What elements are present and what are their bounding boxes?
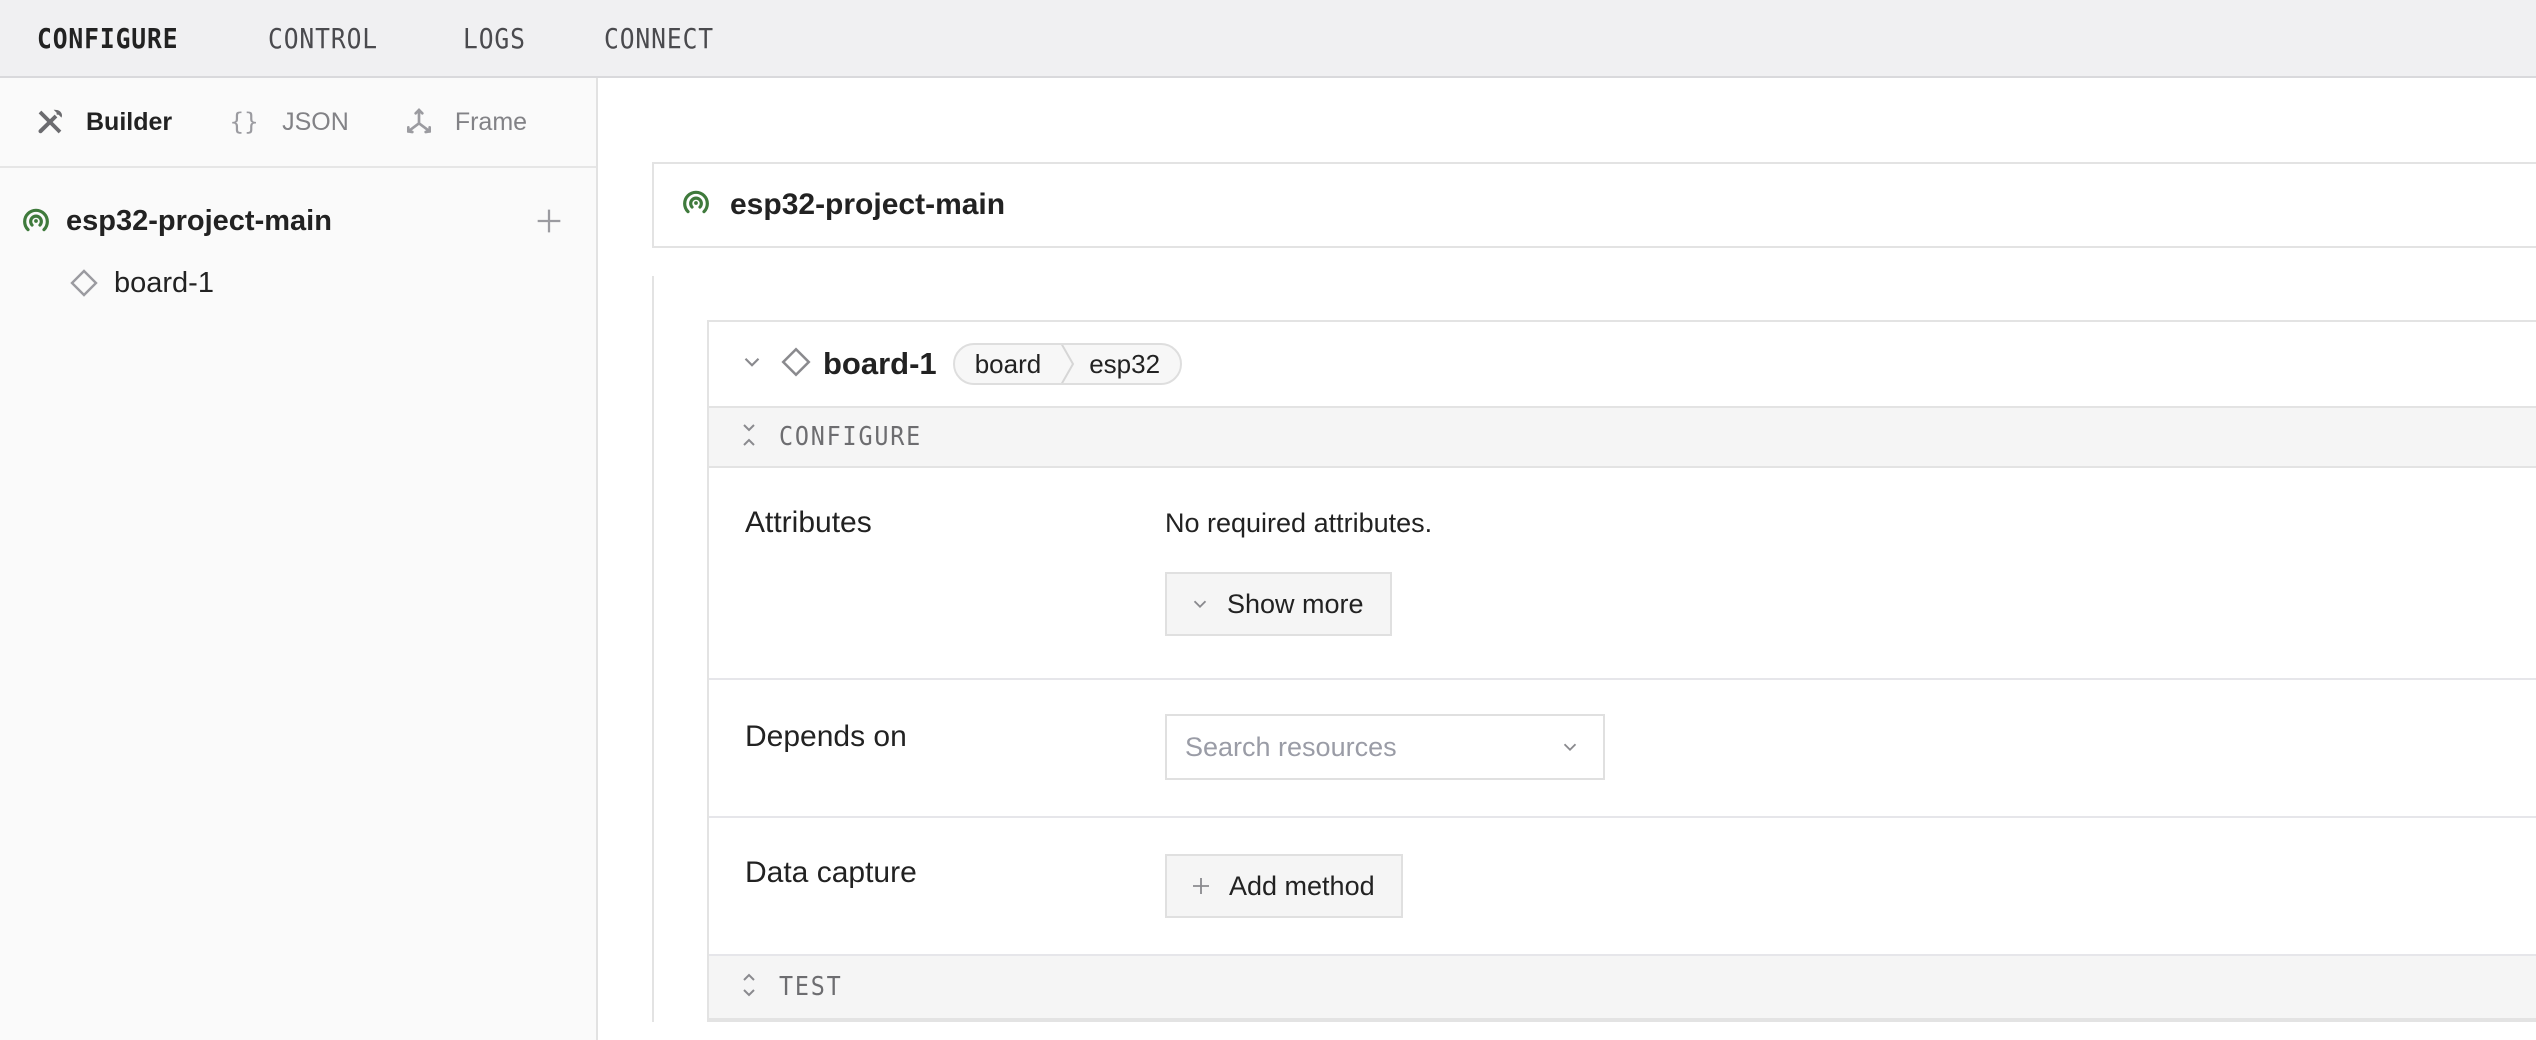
tree-item-board-1[interactable]: board-1 (0, 252, 596, 314)
diamond-icon (779, 345, 813, 384)
tab-configure[interactable]: CONFIGURE (37, 22, 178, 55)
braces-icon: {} (229, 108, 259, 136)
machine-signal-icon (20, 205, 52, 237)
resource-model: esp32 (1089, 348, 1161, 379)
tools-icon (34, 106, 66, 138)
chevron-down-icon (1563, 743, 1577, 752)
depends-on-row: Depends on Search resources (709, 680, 2536, 818)
tab-logs[interactable]: LOGS (463, 22, 526, 55)
depends-on-select[interactable]: Search resources (1165, 714, 1605, 780)
resource-card: board-1 board esp32 CONFIGURE Attributes… (707, 320, 2536, 1022)
machine-signal-icon (680, 187, 712, 224)
add-method-button[interactable]: Add method (1165, 854, 1403, 918)
mode-builder[interactable]: Builder (34, 106, 172, 138)
mode-json[interactable]: {} JSON (226, 106, 349, 138)
mode-json-label: JSON (282, 107, 349, 136)
test-section-toggle[interactable]: TEST (709, 956, 2536, 1020)
show-more-label: Show more (1227, 588, 1364, 619)
resource-card-header[interactable]: board-1 board esp32 (709, 322, 2536, 408)
depends-on-label: Depends on (745, 720, 907, 753)
resource-type-chip: board esp32 (952, 343, 1183, 385)
chevron-down-icon[interactable] (739, 349, 765, 380)
diamond-icon (68, 267, 100, 299)
data-capture-row: Data capture Add method (709, 818, 2536, 956)
mode-frame-label: Frame (454, 107, 528, 136)
depends-on-placeholder: Search resources (1185, 731, 1397, 762)
project-title: esp32-project-main (730, 188, 1006, 221)
configure-section-toggle[interactable]: CONFIGURE (709, 408, 2536, 468)
top-navigation: CONFIGURE CONTROL LOGS CONNECT (0, 0, 2536, 78)
resource-type-api: board (974, 348, 1042, 379)
mode-frame[interactable]: Frame (403, 106, 527, 138)
attributes-row: Attributes No required attributes. Show … (709, 468, 2536, 680)
add-method-label: Add method (1229, 870, 1375, 901)
tree-item-project-label: esp32-project-main (66, 204, 332, 237)
collapse-icon (739, 422, 759, 453)
attributes-value: No required attributes. (1165, 508, 1432, 539)
sidebar: Builder {} JSON Frame esp32-project-main… (0, 78, 598, 1040)
plus-icon[interactable] (532, 204, 566, 238)
mode-switcher: Builder {} JSON Frame (0, 78, 596, 168)
attributes-label: Attributes (745, 506, 872, 539)
plus-icon (1193, 878, 1209, 894)
axes-icon (403, 106, 435, 138)
tree-item-project[interactable]: esp32-project-main (0, 190, 596, 252)
mode-builder-label: Builder (86, 107, 173, 136)
chevron-down-icon (1193, 600, 1207, 609)
resource-tree: esp32-project-main board-1 (0, 168, 596, 314)
main-panel: esp32-project-main board-1 board esp32 C… (600, 80, 2536, 1040)
show-more-button[interactable]: Show more (1165, 572, 1392, 636)
tree-guide-line (652, 276, 654, 1022)
data-capture-label: Data capture (745, 856, 917, 889)
resource-name: board-1 (823, 346, 937, 381)
expand-icon (739, 971, 759, 1004)
tab-control[interactable]: CONTROL (268, 22, 378, 55)
configure-section-title: CONFIGURE (779, 422, 923, 452)
tree-item-board-1-label: board-1 (114, 266, 214, 299)
test-section-title: TEST (779, 972, 843, 1002)
chip-separator (1061, 345, 1075, 383)
project-header: esp32-project-main (652, 162, 2536, 248)
no-attributes-text: No required attributes. (1165, 508, 1433, 538)
tab-connect[interactable]: CONNECT (604, 22, 714, 55)
